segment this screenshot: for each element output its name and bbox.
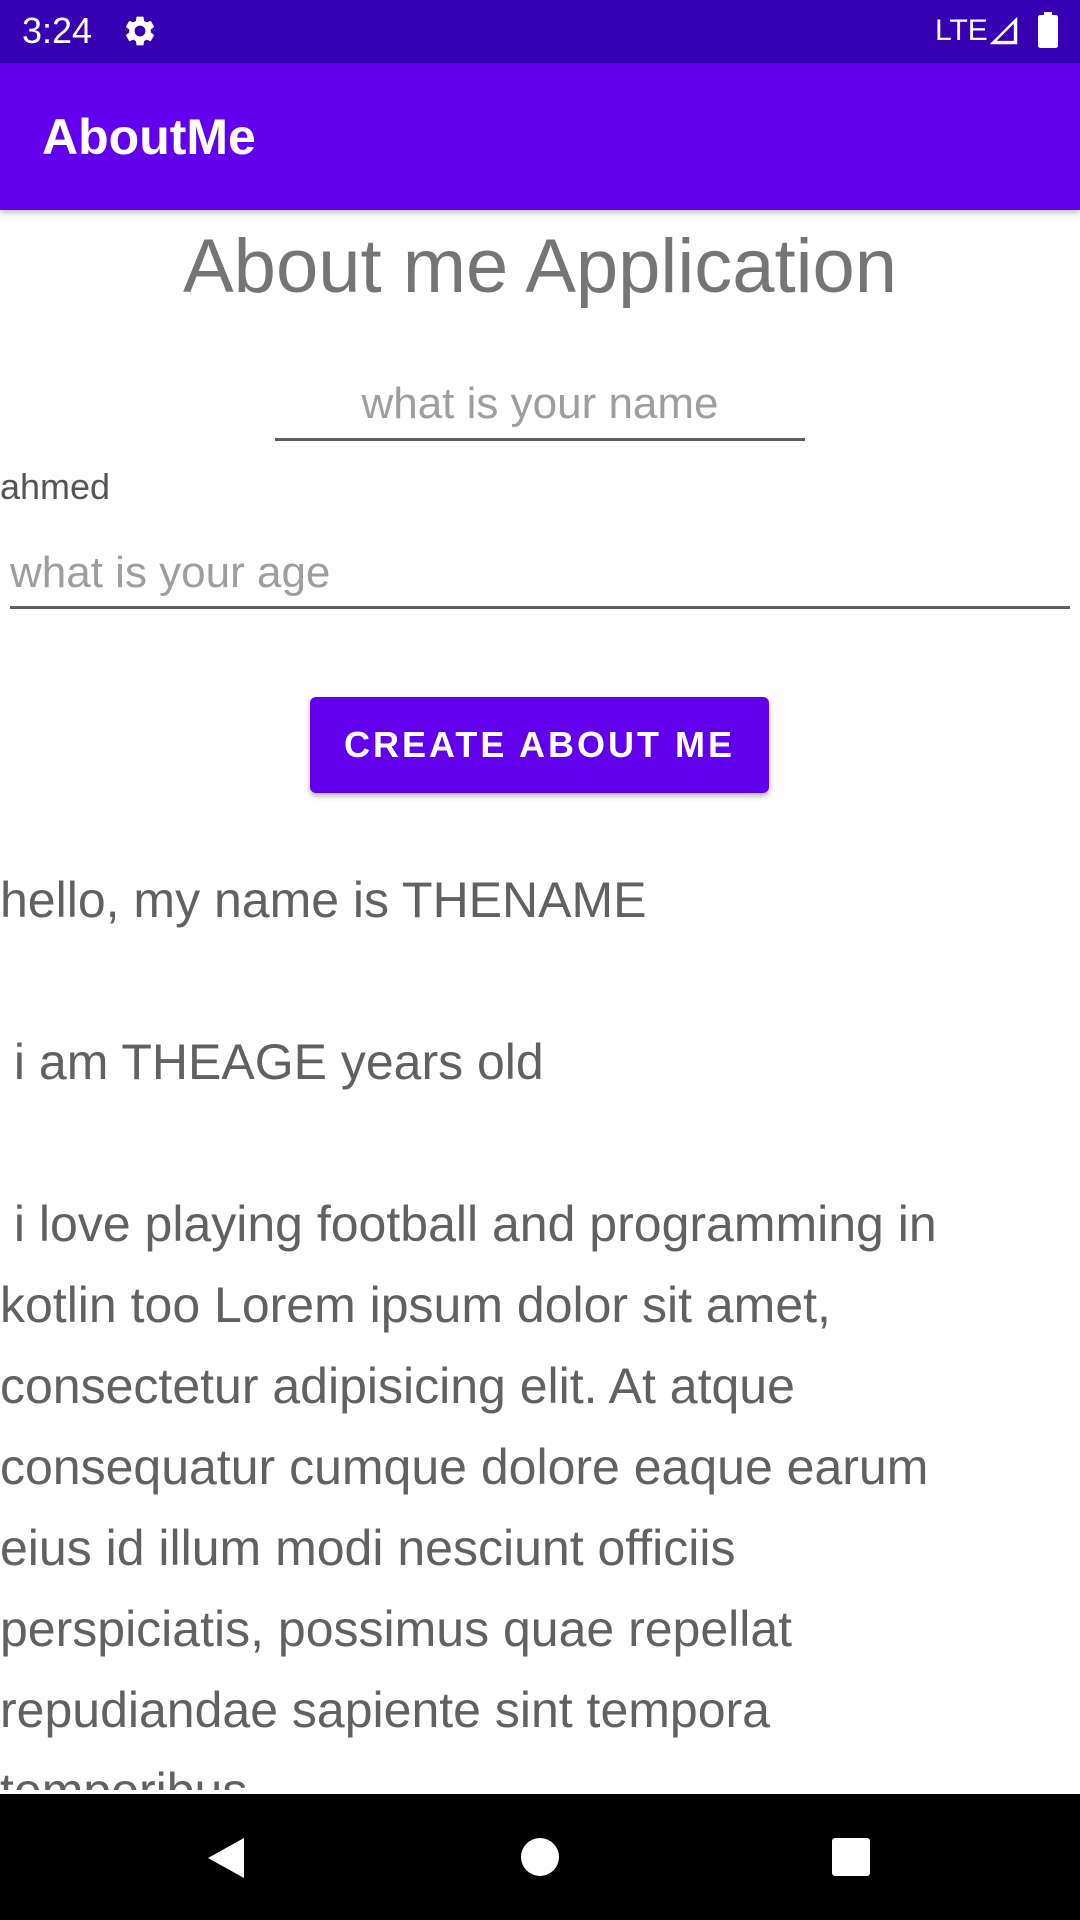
- app-title: AboutMe: [42, 109, 256, 165]
- name-text: ahmed: [0, 466, 111, 507]
- about-text: hello, my name is THENAME i am THEAGE ye…: [0, 872, 937, 1790]
- status-bar: 3:24 LTE: [0, 0, 1080, 63]
- signal-icon: [989, 16, 1018, 45]
- create-about-me-button[interactable]: CREATE ABOUT ME: [310, 697, 769, 793]
- recents-icon[interactable]: [832, 1838, 870, 1876]
- age-input[interactable]: [10, 540, 1070, 609]
- status-time: 3:24: [22, 10, 93, 51]
- battery-icon: [1038, 12, 1058, 48]
- page-title: About me Application: [182, 224, 898, 309]
- back-icon[interactable]: [204, 1834, 246, 1882]
- gear-icon: [125, 16, 155, 46]
- network-type: LTE: [935, 14, 988, 47]
- app-bar: AboutMe: [0, 63, 1080, 210]
- name-input[interactable]: [275, 370, 805, 441]
- home-icon[interactable]: [521, 1838, 559, 1876]
